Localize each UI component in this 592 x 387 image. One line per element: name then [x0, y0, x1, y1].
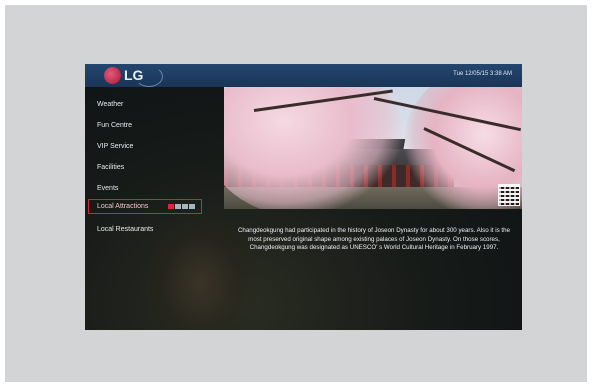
lg-logo-icon	[104, 67, 121, 84]
menu-item-local-attractions[interactable]: Local Attractions	[88, 199, 202, 214]
page-dot	[182, 204, 188, 209]
qr-code-icon[interactable]	[498, 184, 520, 206]
attraction-photo	[224, 87, 522, 209]
menu-item-facilities[interactable]: Facilities	[97, 164, 124, 171]
menu-item-events[interactable]: Events	[97, 185, 118, 192]
page-dot-active	[168, 204, 174, 209]
menu-item-vip-service[interactable]: VIP Service	[97, 143, 133, 150]
attraction-description: Changdeokgung had participated in the hi…	[237, 227, 511, 251]
page-indicator	[168, 204, 196, 211]
menu-item-fun-centre[interactable]: Fun Centre	[97, 122, 132, 129]
page-dot	[175, 204, 181, 209]
page-dot	[189, 204, 195, 209]
menu-item-local-restaurants[interactable]: Local Restaurants	[97, 226, 153, 233]
menu-item-weather[interactable]: Weather	[97, 101, 123, 108]
logo-ring-icon	[135, 66, 163, 87]
page-frame: LG Tue 12/05/15 3:38 AM Weather Fun Cent…	[5, 5, 587, 382]
datetime: Tue 12/05/15 3:38 AM	[453, 71, 512, 77]
top-bar: LG Tue 12/05/15 3:38 AM	[85, 64, 522, 87]
menu-item-label: Local Attractions	[97, 203, 149, 210]
tv-screen: LG Tue 12/05/15 3:38 AM Weather Fun Cent…	[85, 64, 522, 330]
